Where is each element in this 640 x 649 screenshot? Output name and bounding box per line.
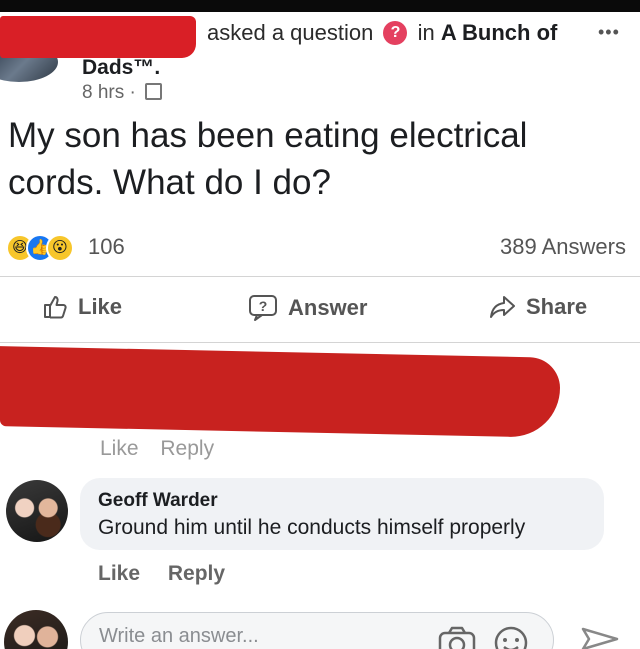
emoji-icon[interactable] xyxy=(493,625,529,649)
action-bar: Like ? Answer Share xyxy=(0,282,640,340)
more-options-icon[interactable]: ••• xyxy=(598,22,620,43)
share-label: Share xyxy=(526,294,588,319)
group-name-link[interactable]: A Bunch of xyxy=(441,20,558,45)
like-label: Like xyxy=(78,294,123,319)
answer-label: Answer xyxy=(288,295,368,320)
post-stats: 😆 👍 😮 106 389 Answers xyxy=(0,230,640,266)
question-icon: ? xyxy=(383,20,408,45)
comment-actions: Like Reply xyxy=(98,562,247,586)
post-action-line: asked a question ? in A Bunch of xyxy=(207,20,557,48)
redacted-poster-name xyxy=(0,16,196,58)
comment-bubble: Geoff Warder Ground him until he conduct… xyxy=(80,478,604,550)
divider xyxy=(0,342,640,343)
comment: Geoff Warder Ground him until he conduct… xyxy=(0,476,640,585)
wow-icon: 😮 xyxy=(46,234,74,262)
reaction-count[interactable]: 106 xyxy=(88,234,125,260)
question-icon: ? xyxy=(249,295,277,321)
share-button[interactable]: Share xyxy=(488,294,587,320)
like-button[interactable]: Like xyxy=(42,294,122,320)
answer-input[interactable] xyxy=(99,625,419,648)
post-header: asked a question ? in A Bunch of ••• Dad… xyxy=(0,12,640,112)
redacted-comment xyxy=(0,346,560,438)
top-status-bar xyxy=(0,0,640,12)
comment-like-link[interactable]: Like xyxy=(98,562,140,585)
comment-text: Ground him until he conducts himself pro… xyxy=(98,516,526,539)
redacted-reply-link[interactable]: Reply xyxy=(160,437,214,460)
answer-button[interactable]: ? Answer xyxy=(248,294,367,322)
comment-reply-link[interactable]: Reply xyxy=(168,562,225,585)
current-user-avatar xyxy=(4,610,68,649)
group-name-continued[interactable]: Dads™. xyxy=(82,56,160,80)
in-text: in xyxy=(417,20,435,45)
audience-group-icon xyxy=(145,82,163,100)
comment-author[interactable]: Geoff Warder xyxy=(98,490,586,512)
divider xyxy=(0,276,640,277)
share-arrow-icon xyxy=(490,296,515,318)
avatar[interactable] xyxy=(6,480,68,542)
post-timestamp[interactable]: 8 hrs · xyxy=(82,82,136,103)
redacted-comment-actions: Like Reply xyxy=(100,437,230,461)
redacted-like-link[interactable]: Like xyxy=(100,437,139,460)
question-text: My son has been eating electrical cords.… xyxy=(8,116,528,202)
send-icon[interactable] xyxy=(580,626,620,649)
answer-input-box[interactable] xyxy=(80,612,554,649)
asked-text: asked a question xyxy=(207,20,374,45)
answers-count[interactable]: 389 Answers xyxy=(500,234,626,260)
thumbs-up-icon xyxy=(44,296,67,319)
post-meta: 8 hrs · xyxy=(82,82,163,104)
camera-icon[interactable] xyxy=(437,625,477,649)
answer-composer xyxy=(0,604,640,649)
svg-text:?: ? xyxy=(259,298,268,314)
